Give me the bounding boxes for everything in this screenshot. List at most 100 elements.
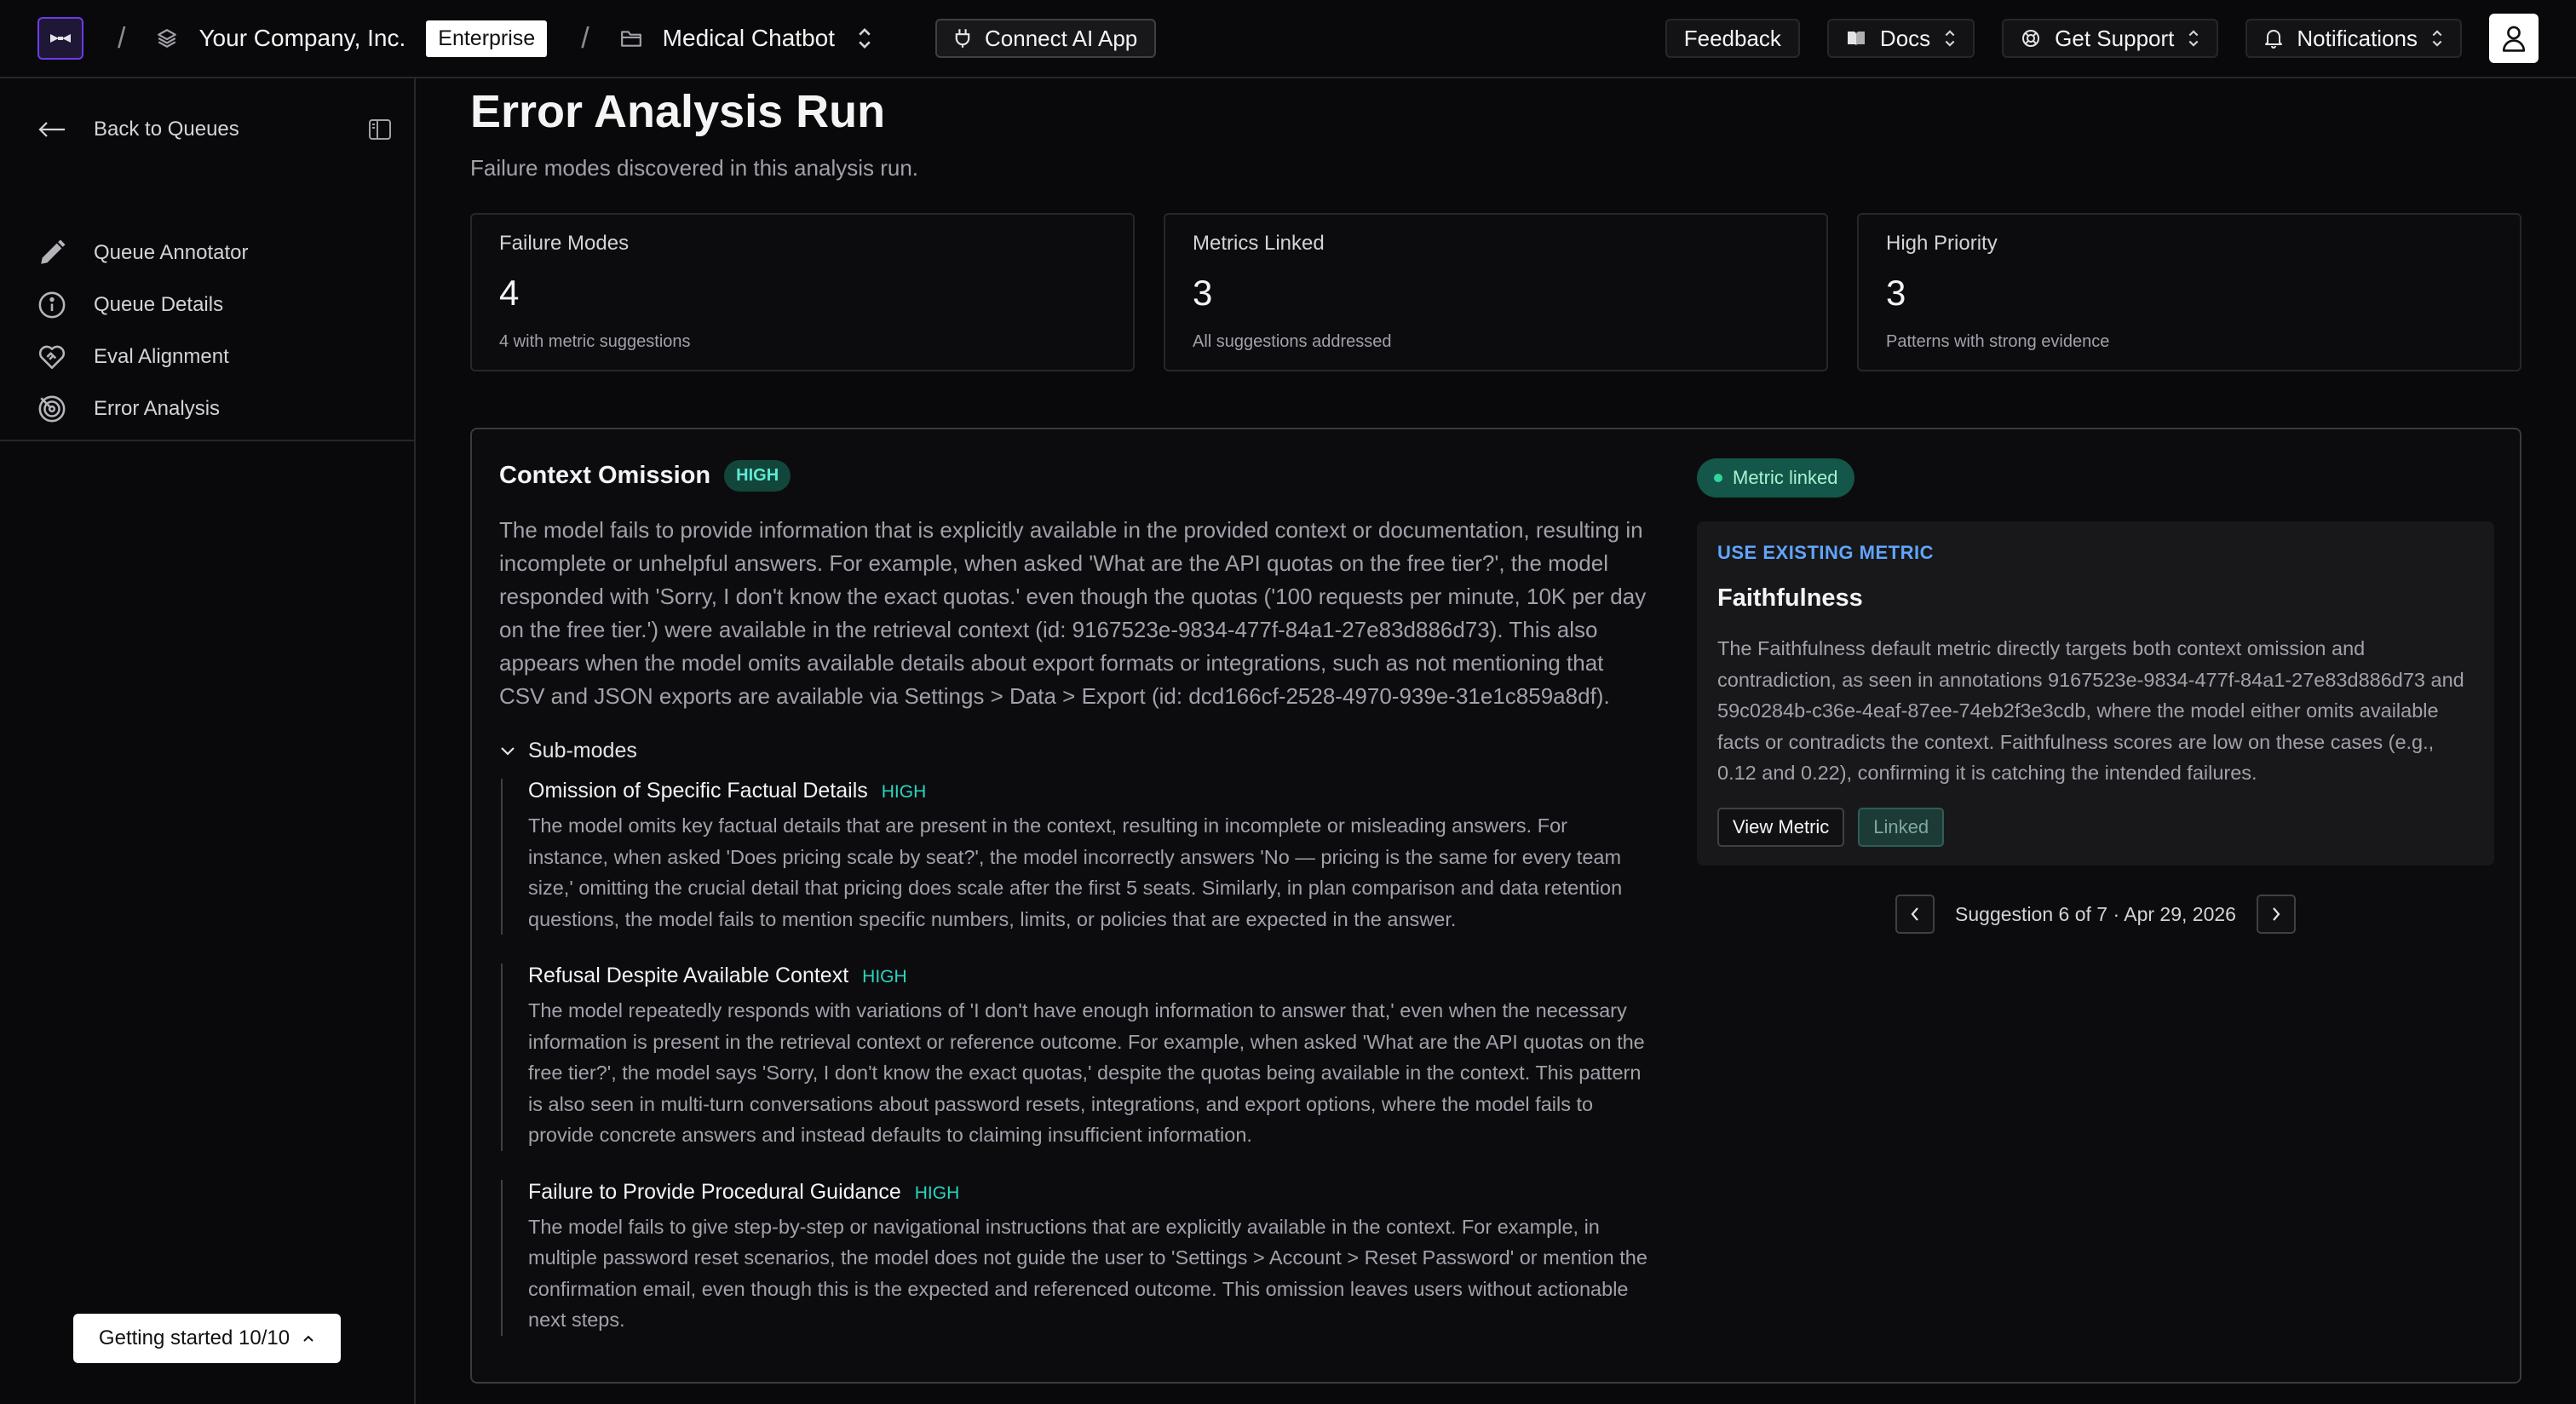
- sidebar-item-label: Eval Alignment: [94, 344, 229, 368]
- stat-card-metrics-linked: Metrics Linked 3 All suggestions address…: [1164, 213, 1828, 371]
- stat-label: High Priority: [1886, 232, 1998, 255]
- submode-header: Refusal Despite Available Context HIGH: [528, 964, 1653, 988]
- previous-suggestion-button[interactable]: [1895, 895, 1935, 934]
- suggestion-kind: USE EXISTING METRIC: [1717, 542, 1934, 563]
- sidebar-item-label: Queue Annotator: [94, 240, 249, 264]
- notifications-button[interactable]: Notifications: [2245, 19, 2462, 58]
- metric-suggestion-box: USE EXISTING METRIC Faithfulness The Fai…: [1697, 521, 2494, 866]
- project-name[interactable]: Medical Chatbot: [663, 25, 835, 52]
- stat-label: Metrics Linked: [1193, 232, 1325, 255]
- metric-linked-badge: Metric linked: [1697, 458, 1855, 498]
- sidebar-item-label: Error Analysis: [94, 396, 221, 420]
- top-bar: / Your Company, Inc. Enterprise / Medica…: [0, 0, 2576, 78]
- status-dot-icon: [1714, 474, 1722, 482]
- sidebar-item-queue-annotator[interactable]: Queue Annotator: [37, 227, 392, 279]
- next-suggestion-button[interactable]: [2256, 895, 2296, 934]
- submode-item: Failure to Provide Procedural Guidance H…: [501, 1179, 1653, 1336]
- chevron-up-down-icon[interactable]: [857, 27, 872, 49]
- submodes-list: Omission of Specific Factual Details HIG…: [501, 779, 1653, 1336]
- submode-description: The model repeatedly responds with varia…: [528, 999, 1645, 1146]
- stat-card-high-priority: High Priority 3 Patterns with strong evi…: [1857, 213, 2521, 371]
- sidebar-divider: [0, 440, 414, 441]
- linked-button[interactable]: Linked: [1858, 807, 1945, 847]
- feedback-button[interactable]: Feedback: [1665, 19, 1800, 58]
- chevron-up-down-icon: [2188, 29, 2199, 48]
- submode-header: Omission of Specific Factual Details HIG…: [528, 779, 1653, 803]
- page-subtitle: Failure modes discovered in this analysi…: [470, 155, 919, 181]
- chevron-left-icon: [1910, 906, 1920, 923]
- priority-badge: HIGH: [724, 460, 791, 492]
- notifications-label: Notifications: [2297, 25, 2418, 51]
- submode-level: HIGH: [862, 967, 907, 987]
- breadcrumb-separator: /: [118, 21, 126, 55]
- submode-level: HIGH: [881, 782, 927, 802]
- submode-header: Failure to Provide Procedural Guidance H…: [528, 1180, 1653, 1205]
- submode-item: Refusal Despite Available Context HIGH T…: [501, 964, 1653, 1151]
- stat-note: Patterns with strong evidence: [1886, 332, 2110, 351]
- submodes-toggle[interactable]: Sub-modes: [499, 739, 1653, 763]
- info-icon: [37, 291, 66, 319]
- submode-description: The model omits key factual details that…: [528, 814, 1623, 930]
- docs-button[interactable]: Docs: [1826, 19, 1975, 58]
- submode-title: Omission of Specific Factual Details: [528, 779, 868, 803]
- view-metric-button[interactable]: View Metric: [1717, 807, 1845, 847]
- suggestion-pager: Suggestion 6 of 7 · Apr 29, 2026: [1697, 895, 2494, 934]
- lifebuoy-icon: [2021, 28, 2041, 49]
- top-right-actions: Feedback Docs Get Support Notifications: [1638, 14, 2539, 63]
- connect-label: Connect AI App: [985, 25, 1138, 51]
- chevron-right-icon: [2271, 906, 2281, 923]
- chevron-down-icon: [499, 745, 516, 757]
- user-icon: [2500, 24, 2527, 53]
- pencil-icon: [37, 239, 66, 268]
- book-icon: [1846, 29, 1866, 48]
- docs-label: Docs: [1879, 25, 1931, 51]
- org-name[interactable]: Your Company, Inc.: [198, 25, 405, 52]
- folder-icon: [620, 28, 642, 49]
- heart-handshake-icon: [37, 342, 66, 371]
- sidebar-item-error-analysis[interactable]: Error Analysis: [37, 383, 392, 434]
- plug-icon: [954, 28, 971, 49]
- submode-item: Omission of Specific Factual Details HIG…: [501, 779, 1653, 935]
- support-label: Get Support: [2055, 25, 2175, 51]
- submode-level: HIGH: [914, 1182, 960, 1203]
- stat-label: Failure Modes: [499, 232, 630, 255]
- sidebar-item-eval-alignment[interactable]: Eval Alignment: [37, 331, 392, 383]
- sidebar-nav: Queue Annotator Queue Details Eval Align…: [37, 227, 392, 434]
- get-support-button[interactable]: Get Support: [2002, 19, 2219, 58]
- chevron-up-down-icon: [2431, 29, 2443, 48]
- metric-description: The Faithfulness default metric directly…: [1717, 637, 2464, 784]
- back-label: Back to Queues: [94, 118, 239, 141]
- app-logo[interactable]: [37, 17, 83, 60]
- failure-mode-description: The model fails to provide information t…: [499, 517, 1647, 709]
- failure-mode-details: Context Omission HIGH The model fails to…: [499, 460, 1653, 1365]
- connect-ai-app-button[interactable]: Connect AI App: [935, 19, 1157, 58]
- user-avatar-button[interactable]: [2489, 14, 2539, 63]
- back-to-queues-link[interactable]: Back to Queues: [37, 118, 392, 141]
- stat-value: 3: [1193, 273, 1213, 313]
- stat-value: 4: [499, 273, 520, 313]
- stat-note: All suggestions addressed: [1193, 332, 1392, 351]
- stat-value: 3: [1886, 273, 1906, 313]
- arrow-left-icon: [37, 120, 66, 139]
- failure-mode-card: Context Omission HIGH The model fails to…: [470, 428, 2521, 1384]
- sidebar-item-label: Queue Details: [94, 292, 224, 316]
- metric-linked-label: Metric linked: [1733, 467, 1838, 488]
- breadcrumb-separator: /: [581, 21, 589, 55]
- submodes-label: Sub-modes: [528, 739, 637, 762]
- submode-description: The model fails to give step-by-step or …: [528, 1215, 1647, 1332]
- stat-note: 4 with metric suggestions: [499, 332, 691, 351]
- chevron-up-icon: [302, 1333, 315, 1344]
- metric-suggestion-panel: Metric linked USE EXISTING METRIC Faithf…: [1697, 458, 2494, 934]
- failure-mode-header: Context Omission HIGH: [499, 460, 1653, 492]
- bell-icon: [2264, 28, 2283, 49]
- metric-actions: View Metric Linked: [1717, 807, 2474, 847]
- failure-mode-title: Context Omission: [499, 462, 711, 489]
- target-icon: [37, 394, 66, 423]
- submode-title: Refusal Despite Available Context: [528, 964, 849, 987]
- sidebar-toggle-icon[interactable]: [368, 118, 392, 141]
- sidebar-item-queue-details[interactable]: Queue Details: [37, 279, 392, 331]
- getting-started-button[interactable]: Getting started 10/10: [73, 1314, 341, 1363]
- metric-name: Faithfulness: [1717, 584, 1863, 612]
- plan-badge: Enterprise: [426, 20, 548, 57]
- stat-card-failure-modes: Failure Modes 4 4 with metric suggestion…: [470, 213, 1135, 371]
